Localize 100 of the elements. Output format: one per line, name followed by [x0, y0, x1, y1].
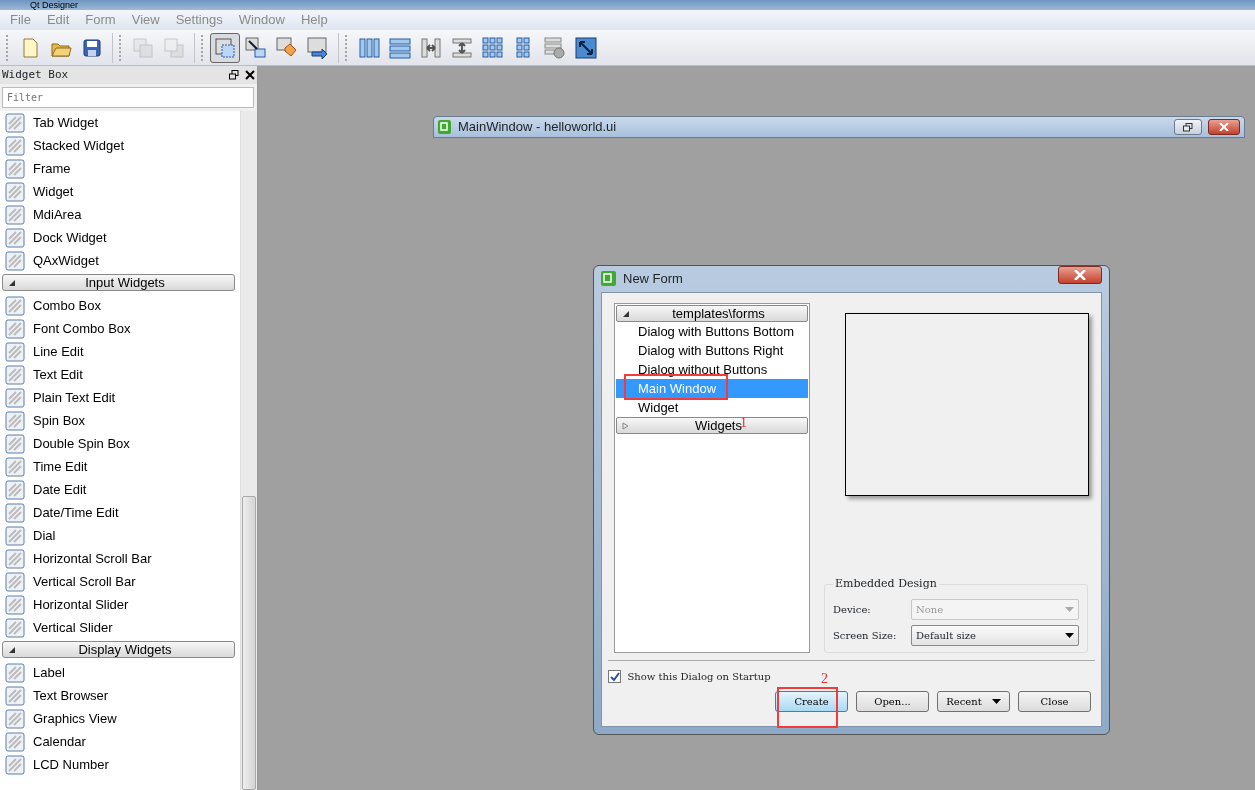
- widget-icon: [5, 731, 25, 752]
- widget-list-item[interactable]: Double Spin Box: [33, 433, 130, 454]
- widget-list-item[interactable]: Dial: [33, 525, 56, 546]
- caret-icon: [991, 698, 1001, 704]
- widget-list-item[interactable]: Stacked Widget: [33, 135, 125, 156]
- tab-order-icon: [306, 35, 330, 60]
- widget-list-item[interactable]: MdiArea: [33, 204, 82, 225]
- close-button[interactable]: [1208, 119, 1240, 135]
- widget-list-item[interactable]: Horizontal Slider: [33, 594, 129, 615]
- widget-icon: [5, 617, 25, 638]
- stacked-squares-icon: [162, 35, 186, 60]
- dialog-button[interactable]: Recent: [937, 690, 1010, 712]
- widget-list-item[interactable]: Font Combo Box: [33, 318, 131, 339]
- highlight-frame: [777, 687, 838, 728]
- widget-list-item[interactable]: QAxWidget: [33, 250, 99, 271]
- widget-list-item[interactable]: Tab Widget: [33, 112, 99, 133]
- expanded-arrow-icon: [8, 645, 16, 654]
- widget-icon: [5, 479, 25, 500]
- widget-icon: [5, 181, 25, 202]
- arrow-into-box-icon: [244, 35, 268, 60]
- widget-icon: [5, 685, 25, 706]
- widget-icon: [5, 456, 25, 477]
- widget-list-item[interactable]: Line Edit: [33, 341, 84, 362]
- widget-list-item[interactable]: Calendar: [33, 731, 86, 752]
- widget-icon: [5, 708, 25, 729]
- dialog-button[interactable]: Close: [1018, 690, 1091, 712]
- widget-icon: [5, 364, 25, 385]
- widget-icon: [5, 571, 25, 592]
- caret-icon: [1065, 633, 1074, 638]
- widget-list-item[interactable]: Horizontal Scroll Bar: [33, 548, 152, 569]
- widget-list-item[interactable]: Text Browser: [33, 685, 109, 706]
- dialog-button[interactable]: Create: [775, 690, 848, 712]
- widget-icon: [5, 112, 25, 133]
- tree-item[interactable]: Dialog without Buttons: [616, 360, 808, 379]
- widget-list-item[interactable]: Combo Box: [33, 295, 101, 316]
- scrollbar[interactable]: [240, 111, 257, 790]
- app-logo-icon: [438, 119, 452, 135]
- collapsed-arrow-icon: [622, 421, 630, 430]
- widget-list-item[interactable]: Dock Widget: [33, 227, 107, 248]
- restore-button[interactable]: [1174, 119, 1202, 135]
- float-icon[interactable]: [228, 70, 239, 80]
- widget-list-item[interactable]: Label: [33, 662, 65, 683]
- widget-list-item[interactable]: Frame: [33, 158, 71, 179]
- field-label: Device:: [833, 603, 871, 617]
- stacked-squares-icon: [131, 35, 155, 60]
- checkmark-icon: [609, 671, 620, 682]
- widget-list-item[interactable]: Time Edit: [33, 456, 88, 477]
- tree-item[interactable]: Widget: [616, 398, 808, 417]
- resize-icon: [574, 35, 598, 60]
- close-icon[interactable]: [245, 70, 255, 80]
- annotation-number: 2: [821, 672, 828, 686]
- tree-group-header[interactable]: templates\forms: [616, 305, 808, 322]
- grid-icon: [481, 35, 505, 60]
- category-header[interactable]: Display Widgets: [2, 641, 235, 658]
- widget-list-item[interactable]: Text Edit: [33, 364, 83, 385]
- widget-icon: [5, 410, 25, 431]
- widget-list-item[interactable]: LCD Number: [33, 754, 109, 775]
- checkbox[interactable]: [608, 670, 621, 683]
- widget-icon: [5, 594, 25, 615]
- widget-icon: [5, 662, 25, 683]
- widget-icon: [5, 227, 25, 248]
- tree-item[interactable]: Dialog with Buttons Right: [616, 341, 808, 360]
- widget-icon: [5, 318, 25, 339]
- widget-list-item[interactable]: Spin Box: [33, 410, 86, 431]
- widget-list-item[interactable]: Date/Time Edit: [33, 502, 119, 523]
- vertical-split-icon: [450, 35, 474, 60]
- close-button[interactable]: [1058, 266, 1102, 284]
- field-label: Screen Size:: [833, 629, 897, 643]
- subwindow-title: MainWindow - helloworld.ui: [458, 118, 618, 137]
- widget-icon: [5, 525, 25, 546]
- filter-field[interactable]: Filter: [2, 87, 254, 108]
- widget-list-item[interactable]: Vertical Scroll Bar: [33, 571, 136, 592]
- widget-icon: [5, 295, 25, 316]
- widget-list-item[interactable]: Vertical Slider: [33, 617, 113, 638]
- panel-title: Widget Box: [2, 66, 69, 83]
- widget-icon: [5, 250, 25, 271]
- tree-item[interactable]: Dialog with Buttons Bottom: [616, 322, 808, 341]
- widget-list-item[interactable]: Graphics View: [33, 708, 117, 729]
- break-layout-icon: [543, 35, 567, 60]
- caret-icon: [1065, 607, 1074, 612]
- close-icon: [1219, 123, 1229, 131]
- widget-list-item[interactable]: Widget: [33, 181, 74, 202]
- widget-icon: [5, 204, 25, 225]
- widget-icon: [5, 548, 25, 569]
- category-header[interactable]: Input Widgets: [2, 274, 235, 291]
- widget-icon: [5, 135, 25, 156]
- expanded-arrow-icon: [622, 309, 630, 318]
- dialog-button[interactable]: Open...: [856, 690, 929, 712]
- selection-icon: [213, 35, 237, 60]
- restore-icon: [1183, 122, 1193, 132]
- checkbox-label: Show this Dialog on Startup: [627, 670, 771, 684]
- horizontal-split-icon: [419, 35, 443, 60]
- columns-icon: [357, 35, 381, 60]
- widget-icon: [5, 502, 25, 523]
- widget-list-item[interactable]: Date Edit: [33, 479, 87, 500]
- scrollbar-thumb[interactable]: [242, 496, 256, 790]
- dropdown[interactable]: Default size: [911, 625, 1079, 646]
- widget-icon: [5, 341, 25, 362]
- widget-list-item[interactable]: Plain Text Edit: [33, 387, 116, 408]
- dialog-title: New Form: [623, 270, 684, 289]
